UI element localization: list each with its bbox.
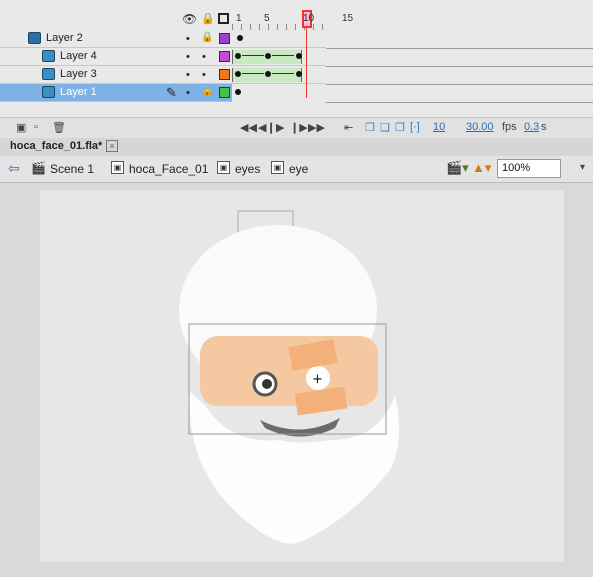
- tween-arrow: [242, 73, 264, 74]
- movieclip-icon: ▣: [111, 161, 124, 174]
- zoom-select[interactable]: 100%: [497, 159, 561, 178]
- lock-icon[interactable]: 🔒: [201, 12, 215, 25]
- registration-crosshair: +: [312, 372, 323, 387]
- keyframe[interactable]: [235, 89, 241, 95]
- layer-color-swatch[interactable]: [219, 51, 230, 62]
- layer-color-swatch[interactable]: [219, 33, 230, 44]
- frame-area-divider: [326, 84, 593, 85]
- document-tab-label[interactable]: hoca_face_01.fla*: [10, 140, 102, 152]
- visibility-dot[interactable]: •: [186, 69, 190, 81]
- layer-1-frames[interactable]: [232, 84, 326, 102]
- layer-icon: [42, 86, 55, 98]
- edit-symbols-icon[interactable]: ▲▾: [472, 160, 491, 176]
- left-pupil: [262, 379, 272, 389]
- layer-row-layer-4[interactable]: Layer 4 • •: [0, 48, 326, 66]
- new-folder-icon[interactable]: ▫: [34, 121, 38, 133]
- edit-multiple-frames-icon[interactable]: ❒: [395, 121, 405, 134]
- center-frame-icon[interactable]: ⇤: [344, 121, 353, 134]
- back-arrow-icon[interactable]: ⇦: [8, 160, 20, 177]
- layer-icon: [42, 68, 55, 80]
- breadcrumb-scene[interactable]: Scene 1: [50, 162, 94, 176]
- layer-name[interactable]: Layer 2: [46, 32, 83, 44]
- keyframe[interactable]: [235, 53, 241, 59]
- new-layer-icon[interactable]: ▣: [16, 121, 26, 134]
- edit-scene-icon[interactable]: 🎬▾: [446, 160, 469, 176]
- frame-area-divider: [326, 48, 593, 49]
- eye-icon[interactable]: 👁: [182, 12, 197, 26]
- tween-arrow: [272, 55, 294, 56]
- lock-icon[interactable]: 🔒: [201, 86, 213, 97]
- keyframe[interactable]: [237, 35, 243, 41]
- frame-number-5: 5: [264, 13, 270, 24]
- breadcrumb-eye[interactable]: eye: [289, 162, 308, 176]
- fps-value[interactable]: 30.00: [466, 121, 494, 133]
- current-frame-value[interactable]: 10: [433, 121, 445, 133]
- play-icon[interactable]: ▶: [276, 121, 284, 134]
- beard: [189, 392, 399, 544]
- layer-color-swatch[interactable]: [219, 87, 230, 98]
- step-back-icon[interactable]: ◀❙: [258, 121, 276, 134]
- outline-icon[interactable]: [218, 13, 229, 24]
- frame-number-15: 15: [342, 13, 354, 24]
- folder-layer-icon: [28, 32, 41, 44]
- visibility-dot[interactable]: •: [186, 33, 190, 45]
- layer-icon: [42, 50, 55, 62]
- movieclip-icon: ▣: [217, 161, 230, 174]
- frame-number-1: 1: [236, 13, 242, 24]
- visibility-dot[interactable]: •: [186, 51, 190, 63]
- fps-unit: fps: [502, 121, 517, 133]
- layer-row-layer-2[interactable]: Layer 2 • 🔒: [0, 30, 326, 48]
- keyframe[interactable]: [235, 71, 241, 77]
- lock-icon[interactable]: 🔒: [201, 32, 213, 43]
- face-skin: [200, 336, 378, 406]
- layer-name[interactable]: Layer 1: [60, 86, 97, 98]
- playhead[interactable]: 10: [302, 10, 315, 28]
- elapsed-time-value[interactable]: 0.3: [524, 121, 539, 133]
- layer-name[interactable]: Layer 4: [60, 50, 97, 62]
- elapsed-time-unit: s: [541, 121, 547, 133]
- playhead-line: [306, 26, 307, 98]
- delete-layer-icon[interactable]: 🗑: [52, 121, 66, 134]
- keyframe[interactable]: [296, 71, 302, 77]
- timeline-toolbar: ▣ ▫ 🗑 ◀◀ ◀❙ ▶ ❙▶ ▶▶ ⇤ ❐ ❑ ❒ [·] 10 30.00…: [0, 117, 593, 138]
- playhead-frame-label: 10: [303, 13, 315, 24]
- scene-icon: 🎬: [31, 161, 46, 175]
- chevron-down-icon[interactable]: ▾: [580, 162, 585, 173]
- onion-outline-icon[interactable]: ❑: [380, 121, 390, 134]
- timeline-panel: 👁 🔒 1 5 15 10 Layer 2 • 🔒 Layer 4 • • La…: [0, 0, 593, 138]
- modify-markers-icon[interactable]: [·]: [410, 121, 420, 133]
- first-frame-icon[interactable]: ◀◀: [240, 121, 257, 134]
- layer-row-layer-3[interactable]: Layer 3 • •: [0, 66, 326, 84]
- close-icon[interactable]: ×: [106, 140, 118, 152]
- lock-dot[interactable]: •: [202, 51, 206, 63]
- frame-area-divider: [326, 66, 593, 67]
- keyframe[interactable]: [296, 53, 302, 59]
- layer-name[interactable]: Layer 3: [60, 68, 97, 80]
- tween-arrow: [272, 73, 294, 74]
- last-frame-icon[interactable]: ▶▶: [308, 121, 325, 134]
- keyframe[interactable]: [265, 71, 271, 77]
- movieclip-icon: ▣: [271, 161, 284, 174]
- keyframe[interactable]: [265, 53, 271, 59]
- lock-dot[interactable]: •: [202, 69, 206, 81]
- step-forward-icon[interactable]: ❙▶: [290, 121, 308, 134]
- frame-area-divider: [326, 102, 593, 103]
- breadcrumb-hoca-face[interactable]: hoca_Face_01: [129, 162, 208, 176]
- tween-arrow: [242, 55, 264, 56]
- breadcrumb-eyes[interactable]: eyes: [235, 162, 260, 176]
- zoom-value[interactable]: 100%: [502, 162, 530, 174]
- layer-color-swatch[interactable]: [219, 69, 230, 80]
- visibility-dot[interactable]: •: [186, 87, 190, 99]
- pencil-icon: ✎: [166, 85, 177, 100]
- stage-artwork: +: [179, 210, 399, 544]
- onion-skin-icon[interactable]: ❐: [365, 121, 375, 134]
